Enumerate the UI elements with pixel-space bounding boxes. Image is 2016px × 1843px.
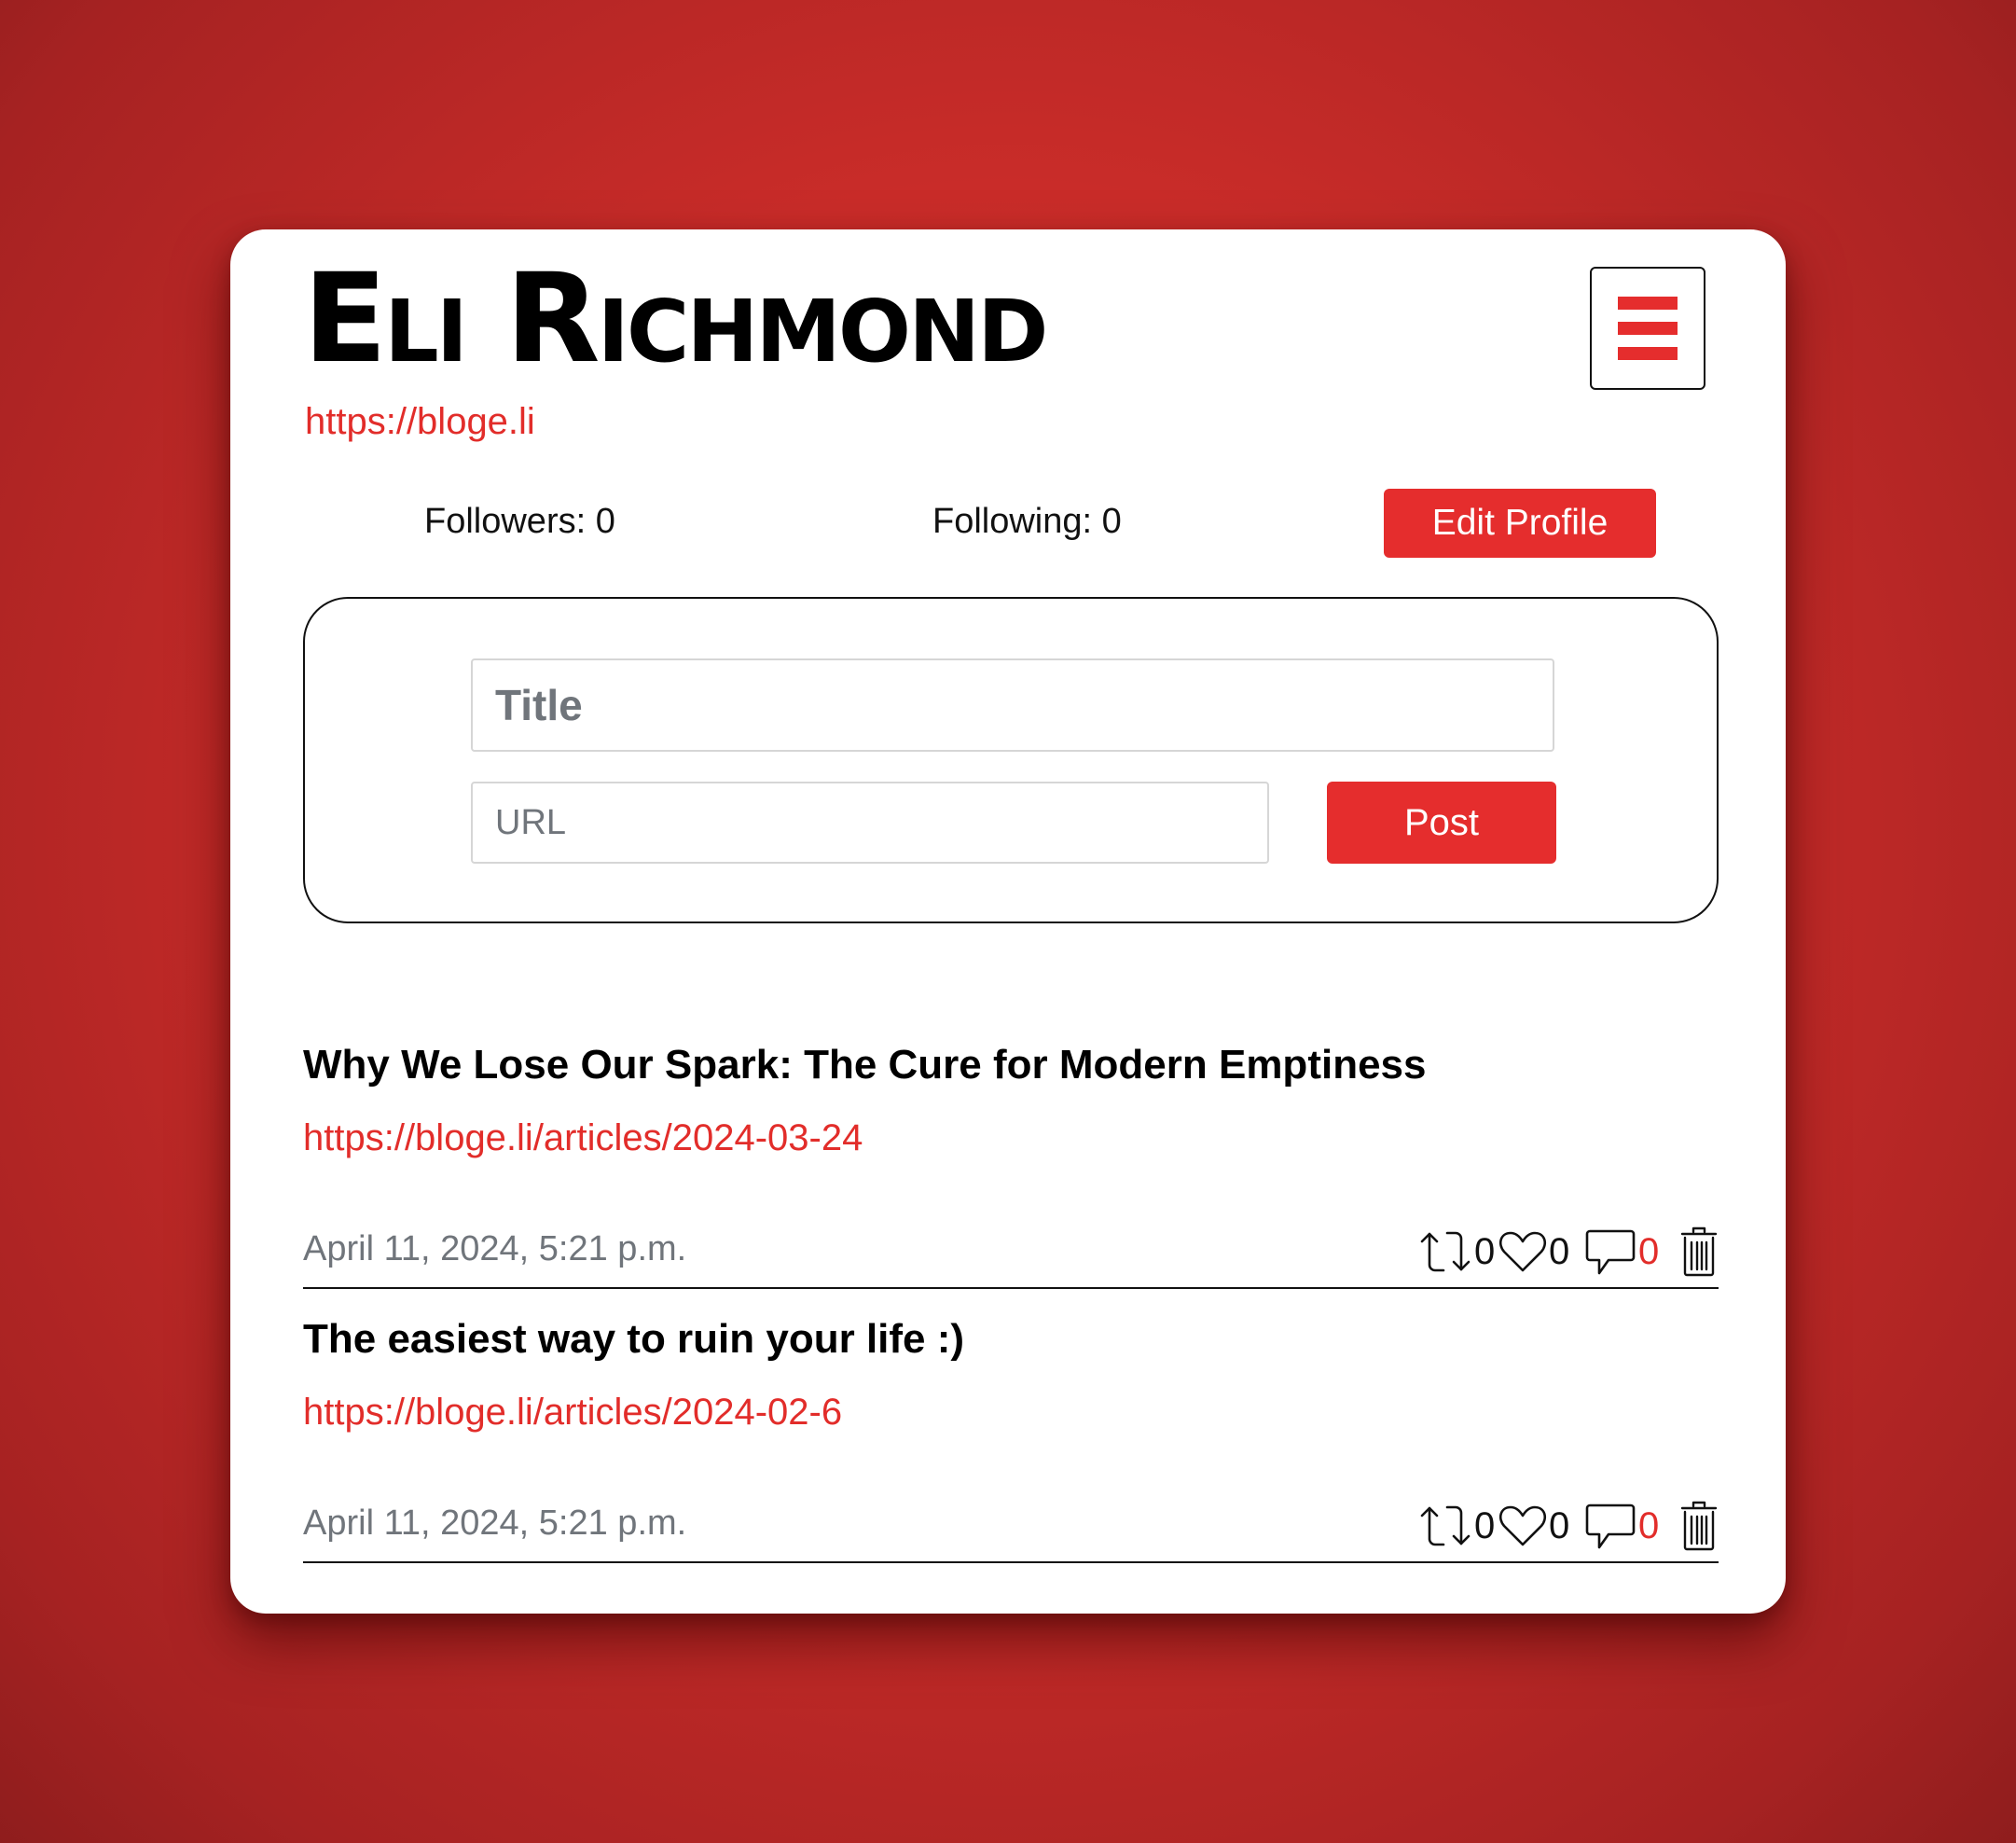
post-divider — [303, 1287, 1719, 1289]
post-button[interactable]: Post — [1327, 782, 1556, 864]
like-count: 0 — [1549, 1231, 1570, 1272]
post-divider — [303, 1561, 1719, 1563]
post-link[interactable]: https://bloge.li/articles/2024-02-6 — [303, 1390, 842, 1434]
repost-icon[interactable] — [1418, 1227, 1472, 1276]
comment-icon[interactable] — [1584, 1226, 1636, 1278]
edit-profile-button[interactable]: Edit Profile — [1384, 489, 1656, 558]
post-actions: 0 0 0 — [1418, 1496, 1719, 1556]
following-count[interactable]: Following: 0 — [932, 500, 1122, 543]
profile-card: Eli Richmond https://bloge.li Followers:… — [230, 229, 1786, 1614]
profile-name: Eli Richmond — [303, 247, 1048, 391]
trash-icon[interactable] — [1679, 1501, 1719, 1551]
post-timestamp: April 11, 2024, 5:21 p.m. — [303, 1229, 687, 1268]
repost-count: 0 — [1474, 1505, 1496, 1546]
repost-count: 0 — [1474, 1231, 1496, 1272]
like-count: 0 — [1549, 1505, 1570, 1546]
post-title: The easiest way to ruin your life :) — [303, 1316, 965, 1362]
heart-icon[interactable] — [1498, 1229, 1547, 1274]
profile-website-link[interactable]: https://bloge.li — [305, 399, 535, 444]
trash-icon[interactable] — [1679, 1226, 1719, 1277]
post-actions: 0 0 0 — [1418, 1222, 1719, 1282]
followers-count[interactable]: Followers: 0 — [424, 500, 615, 543]
post-timestamp: April 11, 2024, 5:21 p.m. — [303, 1504, 687, 1543]
comment-icon[interactable] — [1584, 1500, 1636, 1552]
post-item: The easiest way to ruin your life :) htt… — [303, 1313, 1719, 1589]
heart-icon[interactable] — [1498, 1504, 1547, 1548]
repost-icon[interactable] — [1418, 1502, 1472, 1550]
post-title: Why We Lose Our Spark: The Cure for Mode… — [303, 1042, 1427, 1088]
comment-count: 0 — [1638, 1505, 1660, 1546]
comment-count: 0 — [1638, 1231, 1660, 1272]
post-link[interactable]: https://bloge.li/articles/2024-03-24 — [303, 1116, 863, 1160]
url-input[interactable]: URL — [471, 782, 1269, 864]
title-input[interactable]: Title — [471, 658, 1554, 752]
menu-button[interactable] — [1590, 267, 1705, 390]
post-composer: Title URL Post — [303, 597, 1719, 923]
post-item: Why We Lose Our Spark: The Cure for Mode… — [303, 1039, 1719, 1315]
hamburger-icon — [1618, 297, 1678, 360]
